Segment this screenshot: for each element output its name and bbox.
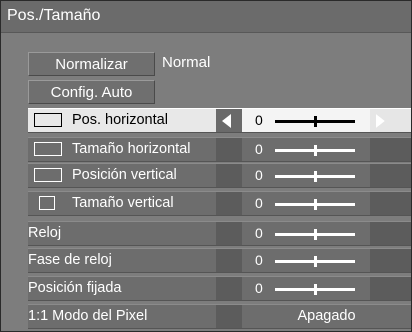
pixel-mode-value[interactable]: Apagado (242, 305, 411, 328)
setting-value[interactable]: 0 (242, 249, 370, 272)
setting-row-horizontal-position[interactable]: Pos. horizontal 0 (28, 108, 411, 133)
menu-title: Pos./Tamaño (7, 7, 101, 24)
auto-setup-button[interactable]: Config. Auto (28, 80, 155, 104)
setting-number: 0 (255, 252, 263, 268)
setting-row-pixel-mode[interactable]: 1:1 Modo del Pixel Apagado (28, 304, 411, 329)
setting-label: 1:1 Modo del Pixel (28, 308, 148, 324)
setting-number: 0 (255, 167, 263, 183)
arrow-left-icon (222, 114, 231, 128)
setting-row-vertical-position[interactable]: Posición vertical 0 (28, 163, 411, 188)
slider-track[interactable] (275, 256, 355, 267)
setting-label: Reloj (28, 225, 62, 241)
setting-row-clock[interactable]: Reloj 0 (28, 221, 411, 246)
setting-row-vertical-size[interactable]: Tamaño vertical 0 (28, 191, 411, 216)
slider-track[interactable] (275, 116, 355, 127)
setting-row-horizontal-size[interactable]: Tamaño horizontal 0 (28, 137, 411, 162)
setting-row-fixed-position[interactable]: Posición fijada 0 (28, 276, 411, 301)
normalize-status: Normal (162, 54, 211, 71)
setting-label: Fase de reloj (28, 252, 112, 268)
vertical-size-icon (39, 196, 55, 210)
horizontal-size-icon (34, 142, 62, 156)
slider-knob[interactable] (314, 171, 317, 182)
slider-knob[interactable] (314, 145, 317, 156)
slider-knob[interactable] (314, 256, 317, 267)
menu-title-bar: Pos./Tamaño (1, 1, 411, 33)
setting-number: 0 (255, 112, 263, 128)
slider-track[interactable] (275, 171, 355, 182)
setting-label: Posición vertical (72, 167, 177, 183)
setting-value[interactable]: 0 (242, 109, 370, 132)
setting-label: Tamaño horizontal (72, 141, 191, 157)
setting-number: 0 (255, 280, 263, 296)
arrow-right-icon (376, 114, 385, 128)
slider-track[interactable] (275, 284, 355, 295)
setting-row-clock-phase[interactable]: Fase de reloj 0 (28, 248, 411, 273)
vertical-position-icon (34, 168, 62, 182)
horizontal-position-icon (34, 113, 62, 127)
slider-knob[interactable] (314, 116, 317, 127)
setting-label: Pos. horizontal (72, 112, 168, 128)
setting-label: Posición fijada (28, 280, 122, 296)
osd-menu-panel: Pos./Tamaño Normalizar Normal Config. Au… (0, 0, 412, 332)
increase-arrow[interactable] (370, 109, 411, 132)
setting-value[interactable]: 0 (242, 138, 370, 161)
setting-number: 0 (255, 195, 263, 211)
slider-track[interactable] (275, 199, 355, 210)
setting-number: 0 (255, 225, 263, 241)
setting-value[interactable]: 0 (242, 277, 370, 300)
slider-track[interactable] (275, 145, 355, 156)
slider-track[interactable] (275, 229, 355, 240)
slider-knob[interactable] (314, 284, 317, 295)
setting-number: 0 (255, 141, 263, 157)
decrease-arrow[interactable] (216, 109, 242, 132)
setting-label: Tamaño vertical (72, 195, 174, 211)
slider-knob[interactable] (314, 199, 317, 210)
setting-value[interactable]: 0 (242, 222, 370, 245)
normalize-button[interactable]: Normalizar (28, 52, 155, 76)
setting-value[interactable]: 0 (242, 164, 370, 187)
slider-knob[interactable] (314, 229, 317, 240)
setting-value[interactable]: 0 (242, 192, 370, 215)
